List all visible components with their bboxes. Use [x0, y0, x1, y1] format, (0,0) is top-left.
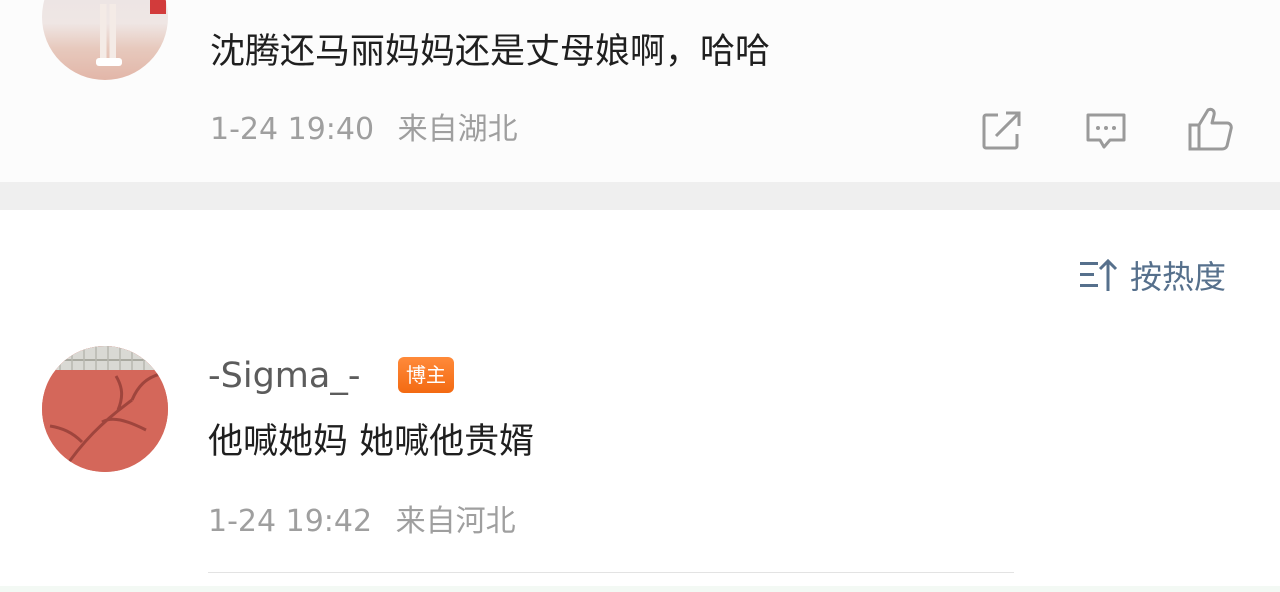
section-divider: [0, 182, 1280, 210]
comment-text: 沈腾还马丽妈妈还是丈母娘啊，哈哈: [210, 32, 771, 72]
comment-location: 来自河北: [395, 504, 516, 539]
comment-icon: [1086, 113, 1126, 149]
username[interactable]: -Sigma_-: [208, 356, 360, 396]
comment-meta: 1-24 19:42 来自河北: [208, 506, 516, 538]
row-divider: [208, 572, 1014, 573]
comment-meta: 1-24 19:40 来自湖北: [210, 114, 518, 146]
comment-time: 1-24 19:42: [208, 504, 373, 539]
thumbs-up-icon: [1188, 107, 1233, 151]
like-button[interactable]: [1186, 104, 1234, 152]
avatar[interactable]: [42, 346, 168, 472]
comment-card-top: 沈腾还马丽妈妈还是丈母娘啊，哈哈 1-24 19:40 来自湖北: [0, 0, 1280, 182]
share-icon: [982, 111, 1021, 150]
comment-button[interactable]: [1082, 106, 1130, 154]
share-button[interactable]: [978, 106, 1026, 154]
comment-time: 1-24 19:40: [210, 112, 375, 147]
comment-location: 来自湖北: [397, 112, 518, 147]
bottom-edge: [0, 586, 1280, 592]
sort-label: 按热度: [1130, 258, 1227, 296]
avatar-figure: [100, 4, 116, 66]
avatar-decoration: [150, 0, 166, 14]
blogger-badge: 博主: [398, 357, 454, 393]
avatar-figure-shoes: [96, 58, 122, 66]
username-cutoff[interactable]: [212, 0, 382, 6]
sort-by-hot-button[interactable]: 按热度: [1078, 255, 1227, 296]
comment-text: 他喊她妈 她喊他贵婿: [208, 422, 535, 462]
avatar[interactable]: [42, 0, 168, 80]
sort-icon: [1080, 258, 1118, 291]
